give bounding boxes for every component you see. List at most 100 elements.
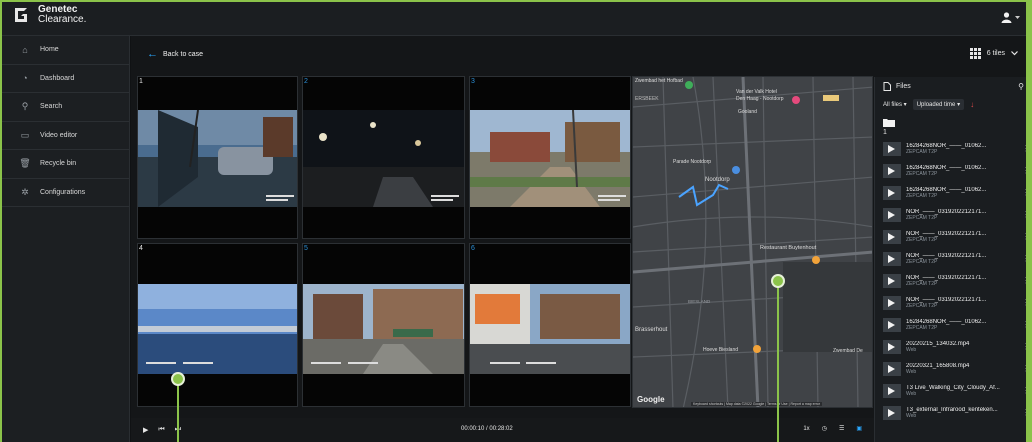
file-source: ZEPCAM T2P — [906, 193, 938, 199]
file-source: Web — [906, 369, 917, 375]
file-item[interactable]: 16284268NOR_——_01062...ZEPCAM T2P⋮ — [875, 138, 1032, 160]
user-icon — [1001, 12, 1012, 23]
filter-uploaded-time[interactable]: Uploaded time ▾ — [912, 99, 965, 110]
video-frame — [303, 284, 464, 374]
map-label: Hoeve Biesland — [703, 347, 739, 353]
genetec-logo-icon — [15, 8, 27, 22]
map-icon[interactable]: ▣ — [856, 425, 862, 432]
filter-all-label: All files — [883, 102, 903, 108]
sort-desc-icon[interactable]: ↓ — [970, 100, 974, 109]
layers-icon[interactable]: ☰ — [839, 425, 844, 432]
file-icon — [883, 81, 891, 91]
map-view[interactable]: Zwembad het Hofbad ERSBEEK Van der Valk … — [632, 76, 873, 408]
file-source: ZEPCAM T2P — [906, 215, 938, 221]
video-thumbnail-icon — [883, 384, 901, 398]
back-to-case-link[interactable]: ← Back to case — [147, 49, 203, 60]
speed-button[interactable]: 1x — [803, 426, 809, 432]
sidebar-item-search[interactable]: ⚲ Search — [0, 93, 129, 122]
file-item[interactable]: NOR_——_0319202212171...ZEPCAM T2P⋮ — [875, 292, 1032, 314]
folder-item[interactable] — [875, 114, 1032, 129]
file-item[interactable]: NOR_——_0319202212171...ZEPCAM T2P⋮ — [875, 270, 1032, 292]
video-frame — [470, 109, 630, 207]
tile-number: 1 — [139, 78, 143, 85]
playback-tools: 1x ◷ ☰ ▣ — [803, 425, 862, 433]
sidebar-item-dashboard[interactable]: ◔ Dashboard — [0, 65, 129, 93]
video-thumbnail-icon — [883, 362, 901, 376]
search-icon: ⚲ — [21, 101, 29, 112]
dashboard-icon: ◔ — [22, 73, 28, 84]
map-label: Gooland — [738, 109, 757, 115]
file-item[interactable]: 20220215_134032.mp4Web⋮ — [875, 336, 1032, 358]
file-text: 16284268NOR_——_01062... ZEPCAM T2P — [906, 319, 1017, 331]
sidebar-item-label: Dashboard — [40, 74, 75, 82]
sidebar-item-home[interactable]: ⌂ Home — [0, 36, 129, 65]
video-editor-icon: ▭ — [20, 129, 30, 140]
video-frame — [303, 110, 464, 207]
brand-line-2: Clearance. — [38, 14, 87, 25]
accent-edge — [1026, 0, 1032, 442]
brand-text: Genetec Clearance. — [38, 5, 86, 25]
file-item[interactable]: T3_external_Infrarood_kenteken...Web⋮ — [875, 402, 1032, 424]
skip-back-icon[interactable]: ⏮ — [158, 426, 164, 434]
video-thumbnail-icon — [883, 296, 901, 310]
video-tile-4[interactable]: 4 — [137, 243, 298, 407]
video-tile-6[interactable]: 6 — [469, 243, 631, 407]
file-item[interactable]: NOR_——_0319202212171...ZEPCAM T2P⋮ — [875, 204, 1032, 226]
video-tile-3[interactable]: 3 — [469, 76, 631, 239]
sidebar-item-recycle-bin[interactable]: 🗑 Recycle bin — [0, 150, 129, 179]
file-text: 16284268NOR_——_01062... ZEPCAM T2P — [906, 187, 1017, 199]
trash-icon: 🗑 — [19, 158, 31, 169]
file-text: 16284268NOR_——_01062... ZEPCAM T2P — [906, 165, 1017, 177]
search-icon[interactable]: ⚲ — [1018, 82, 1024, 91]
video-frame — [138, 284, 297, 374]
files-header: Files ⚲ — [875, 77, 1032, 95]
tile-number: 5 — [304, 245, 308, 252]
logo[interactable]: Genetec Clearance. — [12, 5, 86, 25]
file-text: NOR_——_0319202212171... ZEPCAM T2P — [906, 297, 1017, 309]
clock-icon[interactable]: ◷ — [822, 425, 827, 432]
video-thumbnail-icon — [883, 340, 901, 354]
file-list: 16284268NOR_——_01062...ZEPCAM T2P⋮162842… — [875, 138, 1032, 424]
file-item[interactable]: T3 Live_Walking_City_Cloudy_Af...Web⋮ — [875, 380, 1032, 402]
chevron-down-icon — [1015, 15, 1020, 19]
file-text: NOR_——_0319202212171... ZEPCAM T2P — [906, 253, 1017, 265]
files-filters: All files ▾ Uploaded time ▾ ↓ — [875, 95, 1032, 114]
map-label: Den Haag - Nootdorp — [736, 96, 784, 102]
tiles-label: 6 tiles — [986, 50, 1005, 57]
file-item[interactable]: 16284268NOR_——_01062...ZEPCAM T2P⋮ — [875, 160, 1032, 182]
map-label: ERSBEEK — [635, 96, 659, 102]
file-item[interactable]: 16284268NOR_——_01062...ZEPCAM T2P⋮ — [875, 314, 1032, 336]
video-frame — [470, 284, 630, 374]
folder-label: 1 — [883, 129, 887, 136]
video-thumbnail-icon — [883, 208, 901, 222]
map-footer[interactable]: Keyboard shortcuts | Map data ©2022 Goog… — [691, 402, 823, 406]
sidebar-item-video-editor[interactable]: ▭ Video editor — [0, 122, 129, 150]
file-source: Web — [906, 347, 917, 353]
video-thumbnail-icon — [883, 274, 901, 288]
map-label: Parade Nootdorp — [673, 159, 712, 165]
file-source: Web — [906, 413, 917, 419]
file-item[interactable]: 16284268NOR_——_01062...ZEPCAM T2P⋮ — [875, 182, 1032, 204]
filter-all-files[interactable]: All files ▾ — [883, 101, 907, 108]
file-text: NOR_——_0319202212171... ZEPCAM T2P — [906, 231, 1017, 243]
file-item[interactable]: 20220321_165808.mp4Web⋮ — [875, 358, 1032, 380]
playback-bar: ▶ ⏮ ⏭ 00:00:10 / 00:28:02 1x ◷ ☰ ▣ — [131, 418, 874, 442]
video-tile-1[interactable]: 1 — [137, 76, 298, 239]
play-icon[interactable]: ▶ — [143, 426, 148, 434]
video-thumbnail-icon — [883, 164, 901, 178]
tiles-selector[interactable]: 6 tiles — [969, 48, 1018, 59]
home-icon: ⌂ — [22, 44, 28, 55]
sidebar-item-configurations[interactable]: ✲ Configurations — [0, 179, 129, 207]
map-label: Nootdorp — [705, 177, 730, 183]
file-text: 20220321_165808.mp4 Web — [906, 363, 1017, 375]
file-item[interactable]: NOR_——_0319202212171...ZEPCAM T2P⋮ — [875, 226, 1032, 248]
file-item[interactable]: NOR_——_0319202212171...ZEPCAM T2P⋮ — [875, 248, 1032, 270]
file-source: Web — [906, 391, 917, 397]
sidebar-item-label: Search — [40, 103, 63, 111]
sidebar-item-label: Configurations — [40, 188, 86, 196]
user-menu[interactable] — [1001, 12, 1020, 23]
video-tile-5[interactable]: 5 — [302, 243, 465, 407]
grid-icon — [969, 48, 981, 59]
video-tile-2[interactable]: 2 — [302, 76, 465, 239]
app-window: Genetec Clearance. ⌂ Home ◔ Dashboard ⚲ … — [0, 0, 1032, 442]
